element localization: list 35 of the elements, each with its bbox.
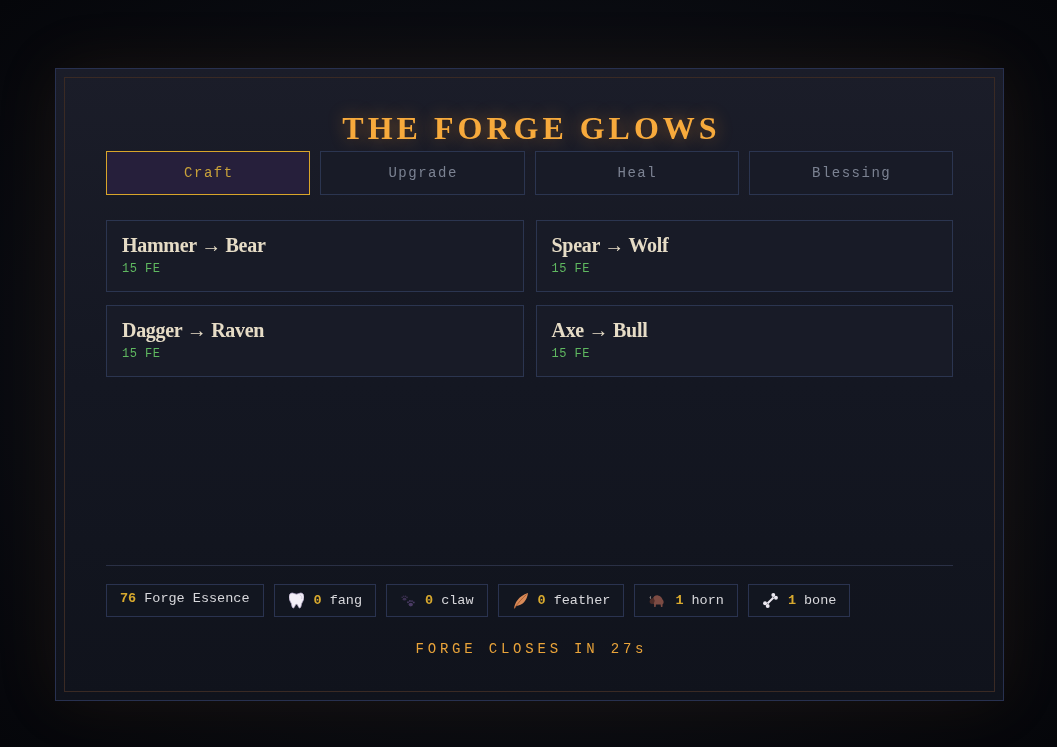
resource-label: claw — [441, 592, 474, 609]
tooth-icon — [288, 592, 304, 609]
resource-label: horn — [691, 592, 724, 609]
bison-icon — [649, 594, 666, 607]
recipe-name: Axe → Bull — [551, 318, 648, 342]
resource-count: 76 — [120, 591, 137, 607]
tab[interactable]: Blessing — [748, 151, 953, 195]
resource-count: 0 — [313, 592, 322, 609]
page-title: THE FORGE GLOWS — [341, 109, 721, 147]
recipe-cost: 15 FE — [122, 262, 161, 276]
resource-label: feather — [553, 592, 611, 609]
feather-icon — [512, 592, 528, 609]
tab[interactable]: Upgrade — [320, 151, 525, 195]
resource-count: 1 — [787, 592, 796, 609]
tab[interactable]: Heal — [534, 151, 739, 195]
recipe-cost: 15 FE — [551, 347, 590, 361]
recipe-card[interactable]: Axe → Bull 15 FE — [535, 305, 953, 377]
recipe-cost: 15 FE — [551, 262, 590, 276]
bone-icon — [762, 593, 778, 608]
resource-label: fang — [329, 592, 363, 609]
resource-count: 0 — [537, 592, 546, 609]
tab[interactable]: Craft — [106, 151, 311, 195]
recipe-card[interactable]: Spear → Wolf 15 FE — [535, 220, 953, 292]
recipe-card[interactable]: Hammer → Bear 15 FE — [106, 220, 524, 292]
recipe-card[interactable]: Dagger → Raven 15 FE — [106, 305, 524, 377]
resource-label: Forge Essence — [144, 591, 250, 607]
recipe-cost: 15 FE — [122, 347, 161, 361]
recipe-name: Dagger → Raven — [122, 318, 265, 342]
recipe-name: Hammer → Bear — [122, 233, 266, 257]
recipe-name: Spear → Wolf — [551, 233, 669, 257]
resource-label: bone — [804, 592, 837, 609]
resource-count: 0 — [425, 592, 434, 609]
paw-prints-icon — [401, 594, 416, 607]
resource-count: 1 — [675, 592, 684, 609]
forge-timer: FORGE CLOSES IN 27s — [414, 641, 649, 657]
